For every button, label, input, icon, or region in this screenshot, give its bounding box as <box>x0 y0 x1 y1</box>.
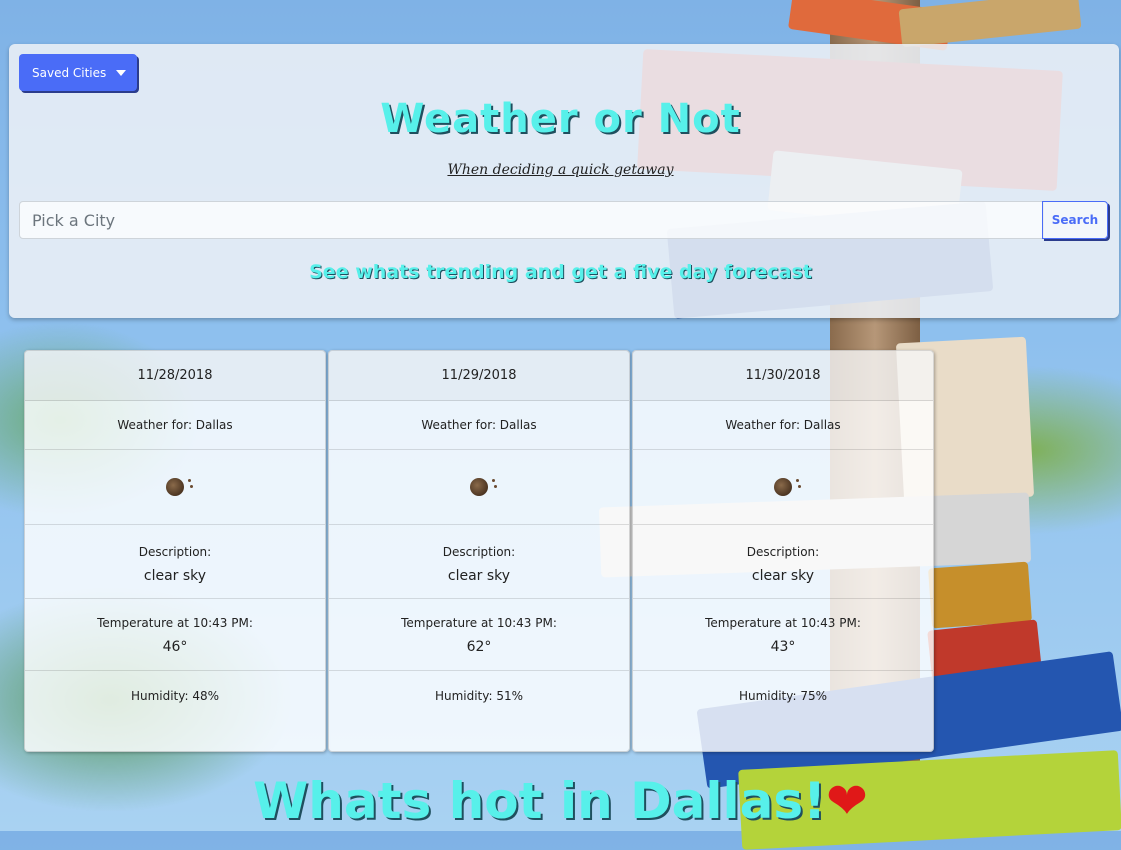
temperature-value: 46° <box>162 639 188 655</box>
description-value: clear sky <box>751 568 815 584</box>
trending-heading: Whats hot in Dallas!❤ <box>0 772 1121 830</box>
clear-night-icon <box>166 478 191 496</box>
sign-decoration <box>927 619 1043 691</box>
description-value: clear sky <box>143 568 207 584</box>
clear-night-icon <box>774 478 799 496</box>
forecast-date: 11/28/2018 <box>25 351 325 401</box>
temperature-label: Temperature at 10:43 PM: <box>705 616 861 630</box>
heart-icon: ❤ <box>825 772 868 830</box>
forecast-description: Description: clear sky <box>25 525 325 599</box>
saved-cities-dropdown[interactable]: Saved Cities <box>19 54 137 91</box>
temperature-label: Temperature at 10:43 PM: <box>401 616 557 630</box>
forecast-description: Description: clear sky <box>633 525 933 599</box>
page-title: Weather or Not <box>380 96 741 142</box>
forecast-humidity: Humidity: 48% <box>130 689 220 703</box>
forecast-city: Weather for: Dallas <box>633 401 933 450</box>
forecast-temperature: Temperature at 10:43 PM: 43° <box>633 599 933 671</box>
tagline: See whats trending and get a five day fo… <box>309 261 812 283</box>
sign-decoration <box>898 0 1082 48</box>
weather-icon-row <box>25 450 325 525</box>
forecast-card: 11/29/2018 Weather for: Dallas Descripti… <box>328 350 630 752</box>
forecast-date: 11/30/2018 <box>633 351 933 401</box>
caret-down-icon <box>116 69 127 76</box>
temperature-value: 62° <box>466 639 492 655</box>
trending-text: Whats hot in Dallas! <box>253 772 826 830</box>
description-label: Description: <box>442 545 516 559</box>
weather-icon-row <box>329 450 629 525</box>
sign-decoration <box>928 561 1032 629</box>
temperature-value: 43° <box>770 639 796 655</box>
clear-night-icon <box>470 478 495 496</box>
forecast-card: 11/30/2018 Weather for: Dallas Descripti… <box>632 350 934 752</box>
forecast-temperature: Temperature at 10:43 PM: 46° <box>25 599 325 671</box>
temperature-label: Temperature at 10:43 PM: <box>97 616 253 630</box>
forecast-temperature: Temperature at 10:43 PM: 62° <box>329 599 629 671</box>
forecast-city: Weather for: Dallas <box>329 401 629 450</box>
description-label: Description: <box>746 545 820 559</box>
page-subtitle: When deciding a quick getaway <box>447 162 674 178</box>
saved-cities-label: Saved Cities <box>32 65 107 80</box>
description-value: clear sky <box>447 568 511 584</box>
description-label: Description: <box>138 545 212 559</box>
forecast-card: 11/28/2018 Weather for: Dallas Descripti… <box>24 350 326 752</box>
forecast-humidity: Humidity: 75% <box>738 689 828 703</box>
forecast-humidity: Humidity: 51% <box>434 689 524 703</box>
search-button[interactable]: Search <box>1042 201 1108 239</box>
city-search-input[interactable] <box>19 201 1044 239</box>
forecast-city: Weather for: Dallas <box>25 401 325 450</box>
forecast-date: 11/29/2018 <box>329 351 629 401</box>
forecast-description: Description: clear sky <box>329 525 629 599</box>
weather-icon-row <box>633 450 933 525</box>
